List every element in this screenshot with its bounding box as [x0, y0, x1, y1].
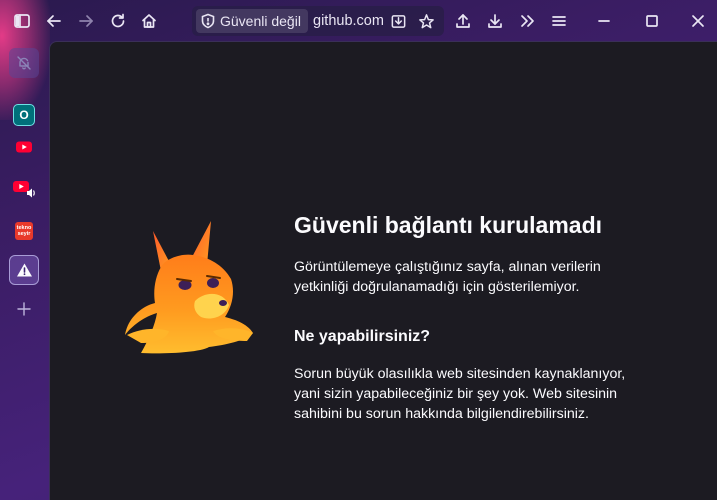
- site-info-label: Güvenli değil: [220, 13, 301, 29]
- youtube-audio-icon: [13, 181, 35, 198]
- sidebar-item-teknoseyir[interactable]: tekno seyir: [9, 216, 39, 246]
- sidebar-item-o-app[interactable]: O: [9, 100, 39, 130]
- downloads-button[interactable]: [481, 7, 509, 35]
- reload-icon: [111, 13, 125, 28]
- star-icon: [418, 13, 434, 28]
- minimize-button[interactable]: [590, 7, 618, 35]
- toolbar: Güvenli değil github.com: [0, 0, 717, 42]
- overflow-chevron-button[interactable]: [513, 7, 541, 35]
- sidebar-toggle-button[interactable]: [8, 7, 36, 35]
- browser-window: Güvenli değil github.com O tekno seyir G…: [0, 0, 717, 500]
- notifications-off-icon: [17, 56, 31, 70]
- share-button[interactable]: [449, 7, 477, 35]
- site-info-button[interactable]: Güvenli değil: [196, 9, 308, 33]
- sidebar-item-youtube[interactable]: [9, 132, 39, 162]
- double-chevron-right-icon: [521, 15, 534, 27]
- upload-icon: [456, 14, 470, 28]
- forward-button[interactable]: [72, 7, 100, 35]
- sidebar-icon: [14, 14, 30, 28]
- back-button[interactable]: [40, 7, 68, 35]
- home-icon: [142, 14, 156, 28]
- hamburger-menu-icon: [552, 16, 566, 26]
- error-description: Görüntülemeye çalıştığınız sayfa, alınan…: [294, 259, 601, 295]
- teknoseyir-icon: tekno seyir: [15, 222, 33, 240]
- warning-icon: [16, 263, 32, 277]
- reload-button[interactable]: [104, 7, 132, 35]
- sidebar: O tekno seyir: [0, 42, 48, 500]
- sidebar-item-notifications[interactable]: [9, 48, 39, 78]
- download-icon: [488, 14, 502, 28]
- o-app-icon: O: [13, 104, 35, 126]
- url-text[interactable]: github.com: [313, 13, 384, 29]
- error-page: Güvenli bağlantı kurulamadı Görüntülemey…: [49, 41, 717, 500]
- close-window-button[interactable]: [684, 7, 712, 35]
- url-bar[interactable]: Güvenli değil github.com: [192, 6, 444, 36]
- youtube-icon: [16, 141, 32, 153]
- firefox-fox-illustration: [125, 221, 253, 354]
- teknoseyir-label: tekno seyir: [16, 225, 32, 237]
- maximize-button[interactable]: [638, 7, 666, 35]
- sidebar-add-button[interactable]: [9, 294, 39, 324]
- sidebar-item-youtube-audio[interactable]: [9, 174, 39, 204]
- error-title: Güvenli bağlantı kurulamadı: [294, 212, 603, 238]
- close-icon: [692, 15, 704, 27]
- home-button[interactable]: [135, 7, 163, 35]
- plus-icon: [17, 302, 31, 316]
- maximize-icon: [646, 15, 658, 27]
- download-tray-icon: [391, 14, 405, 28]
- error-body: Sorun büyük olasılıkla web sitesinden ka…: [294, 366, 626, 422]
- error-subheading: Ne yapabilirsiniz?: [294, 328, 431, 345]
- minimize-icon: [598, 20, 610, 22]
- arrow-right-icon: [79, 15, 93, 27]
- arrow-left-icon: [47, 15, 61, 27]
- menu-button[interactable]: [545, 7, 573, 35]
- shield-warning-icon: [201, 13, 215, 29]
- bookmark-star-button[interactable]: [416, 11, 436, 31]
- sidebar-item-warning[interactable]: [9, 255, 39, 285]
- save-to-pocket-button[interactable]: [388, 11, 408, 31]
